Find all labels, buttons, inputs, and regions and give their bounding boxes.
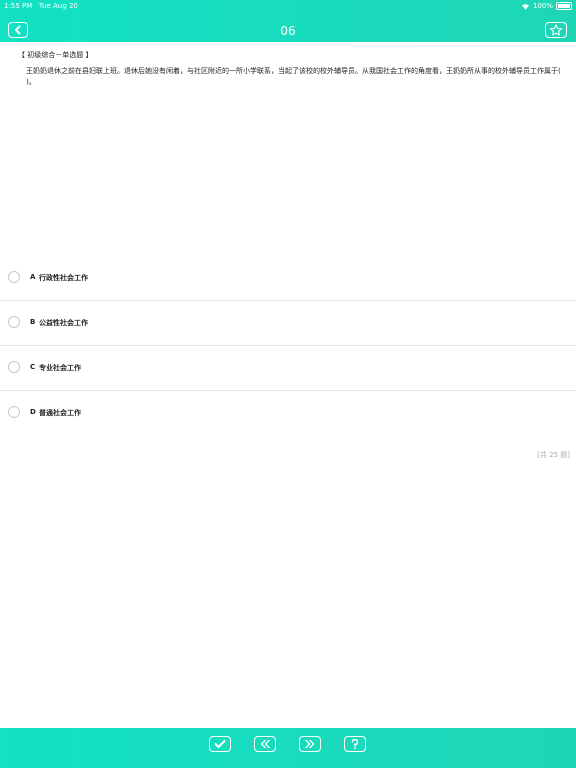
star-icon [550,24,562,36]
check-icon [214,740,226,748]
option-letter: D [30,408,36,416]
question-icon [351,738,359,750]
status-time: 1:55 PM [4,2,33,10]
submit-button[interactable] [209,736,231,752]
question-text: 王奶奶退休之前在县妇联上班。退休后她没有闲着，与社区附近的一所小学联系，当起了该… [26,67,561,86]
option-letter: A [30,273,36,281]
option-d[interactable]: D 普通社会工作 [0,391,576,436]
option-a[interactable]: A 行政性社会工作 [0,256,576,301]
option-text: 行政性社会工作 [39,274,88,282]
status-date: Tue Aug 20 [38,2,78,10]
option-text: 专业社会工作 [39,364,81,372]
radio-icon[interactable] [8,406,20,418]
status-left: 1:55 PM Tue Aug 20 [4,0,78,12]
top-bar: 1:55 PM Tue Aug 20 100% 06 [0,0,576,42]
page-title: 06 [280,24,296,38]
double-chevron-left-icon [260,739,270,749]
question-total: [共 25 题] [537,451,570,459]
status-bar: 1:55 PM Tue Aug 20 100% [0,0,576,12]
help-button[interactable] [344,736,366,752]
next-button[interactable] [299,736,321,752]
status-right: 100% [521,0,572,12]
option-letter: C [30,363,36,371]
option-text: 普通社会工作 [39,409,81,417]
favorite-button[interactable] [545,22,567,38]
wifi-icon [521,3,529,10]
option-c[interactable]: C 专业社会工作 [0,346,576,391]
battery-icon [556,2,572,10]
radio-icon[interactable] [8,361,20,373]
double-chevron-right-icon [305,739,315,749]
option-text: 公益性社会工作 [39,319,88,327]
radio-icon[interactable] [8,271,20,283]
previous-button[interactable] [254,736,276,752]
option-letter: B [30,318,36,326]
question-type: 【 初级综合－单选题 】 [18,51,93,59]
radio-icon[interactable] [8,316,20,328]
option-b[interactable]: B 公益性社会工作 [0,301,576,346]
battery-percent: 100% [532,2,553,10]
bottom-toolbar [0,728,576,768]
